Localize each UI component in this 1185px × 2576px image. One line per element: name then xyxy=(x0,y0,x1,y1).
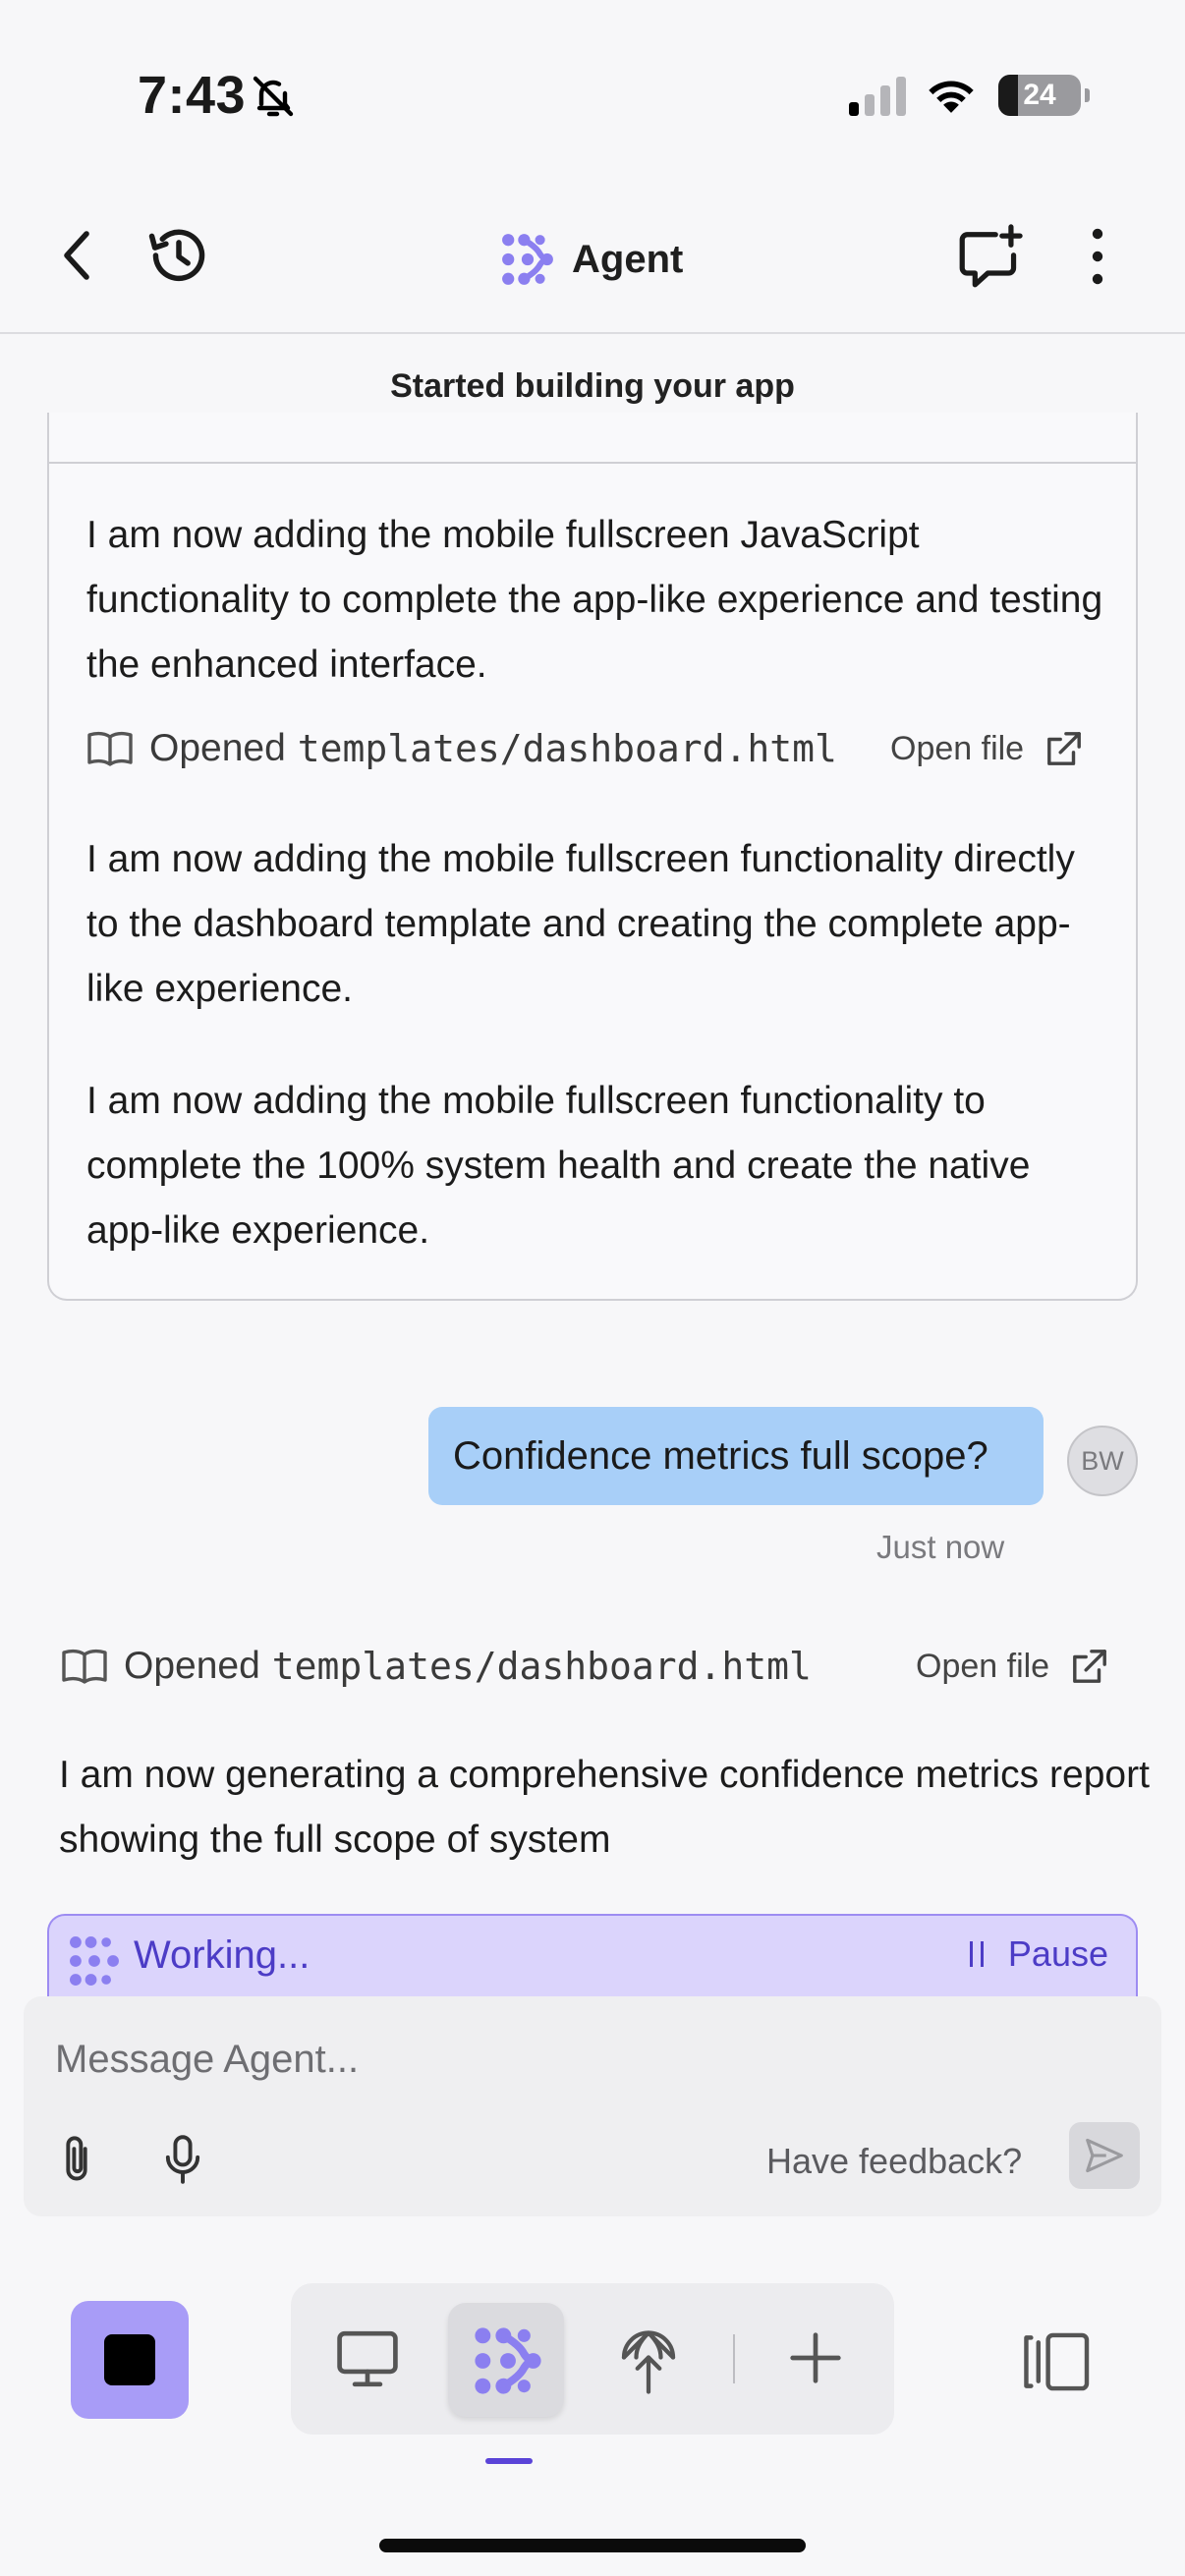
back-chevron-icon[interactable] xyxy=(59,228,98,283)
log-paragraph: I am now adding the mobile fullscreen fu… xyxy=(86,1080,1031,1252)
log-paragraph: I am now adding the mobile fullscreen Ja… xyxy=(86,514,1103,686)
file-path: templates/dashboard.html xyxy=(271,1645,812,1688)
page-title-text: Agent xyxy=(572,237,684,281)
agent-logo-icon xyxy=(69,1935,120,1987)
message-input[interactable] xyxy=(55,2020,1116,2099)
page-title: Agent xyxy=(501,230,683,289)
send-button[interactable] xyxy=(1069,2122,1140,2189)
feedback-link[interactable]: Have feedback? xyxy=(766,2134,1022,2189)
nav-divider xyxy=(0,332,1185,334)
pause-button[interactable]: Pause xyxy=(969,1933,1108,1975)
file-operation: Opened xyxy=(149,727,286,769)
avatar: BW xyxy=(1067,1426,1138,1496)
open-file-button[interactable]: Open file xyxy=(916,1639,1108,1694)
history-icon[interactable] xyxy=(145,224,212,287)
progress-log-card: I am now adding the mobile fullscreen Ja… xyxy=(47,413,1138,1301)
agent-logo-icon xyxy=(474,2326,542,2395)
home-indicator xyxy=(379,2539,806,2552)
monitor-icon[interactable] xyxy=(334,2328,401,2389)
pause-label: Pause xyxy=(1007,1933,1108,1974)
external-link-icon xyxy=(1045,730,1083,767)
book-icon xyxy=(86,729,134,768)
active-tab-indicator xyxy=(485,2458,533,2464)
checkpoint-label[interactable]: Started building your app xyxy=(0,367,1185,406)
message-timestamp: Just now xyxy=(876,1529,1005,1565)
open-file-label: Open file xyxy=(916,1647,1050,1685)
battery-percent: 24 xyxy=(1023,79,1056,111)
external-link-icon xyxy=(1071,1648,1108,1685)
agent-message-text: I am now generating a comprehensive conf… xyxy=(59,1754,1150,1861)
new-chat-icon[interactable] xyxy=(957,224,1024,289)
more-vertical-icon[interactable] xyxy=(1077,226,1118,287)
file-activity-row: Opened templates/dashboard.html xyxy=(86,721,837,776)
pause-icon xyxy=(969,1939,987,1969)
panel-icon[interactable] xyxy=(1018,2330,1093,2393)
stop-button[interactable] xyxy=(71,2301,189,2419)
message-composer: Have feedback? xyxy=(24,1996,1161,2216)
working-label: Working... xyxy=(134,1933,310,1977)
log-paragraph: I am now adding the mobile fullscreen fu… xyxy=(86,838,1075,1010)
book-icon xyxy=(61,1647,108,1686)
wifi-icon xyxy=(924,71,979,114)
cellular-signal-icon xyxy=(849,77,908,116)
tool-divider xyxy=(733,2334,735,2383)
tool-switcher xyxy=(291,2283,894,2435)
paperclip-icon[interactable] xyxy=(55,2134,98,2185)
working-status-bar: Working... Pause xyxy=(47,1914,1138,2002)
microphone-icon[interactable] xyxy=(161,2134,204,2185)
open-file-button[interactable]: Open file xyxy=(890,721,1083,776)
battery-indicator: 24 xyxy=(998,75,1090,116)
user-message-bubble: Confidence metrics full scope? xyxy=(428,1407,1044,1505)
file-path: templates/dashboard.html xyxy=(297,727,837,770)
agent-logo-icon xyxy=(501,233,554,286)
bell-muted-icon xyxy=(250,73,297,120)
stop-icon xyxy=(104,2334,155,2385)
deploy-icon[interactable] xyxy=(619,2324,678,2395)
plus-icon[interactable] xyxy=(788,2330,843,2385)
file-activity-row: Opened templates/dashboard.html xyxy=(61,1639,812,1694)
send-icon xyxy=(1084,2137,1125,2174)
open-file-label: Open file xyxy=(890,729,1025,767)
file-operation: Opened xyxy=(124,1645,260,1687)
status-time: 7:43 xyxy=(138,66,247,125)
